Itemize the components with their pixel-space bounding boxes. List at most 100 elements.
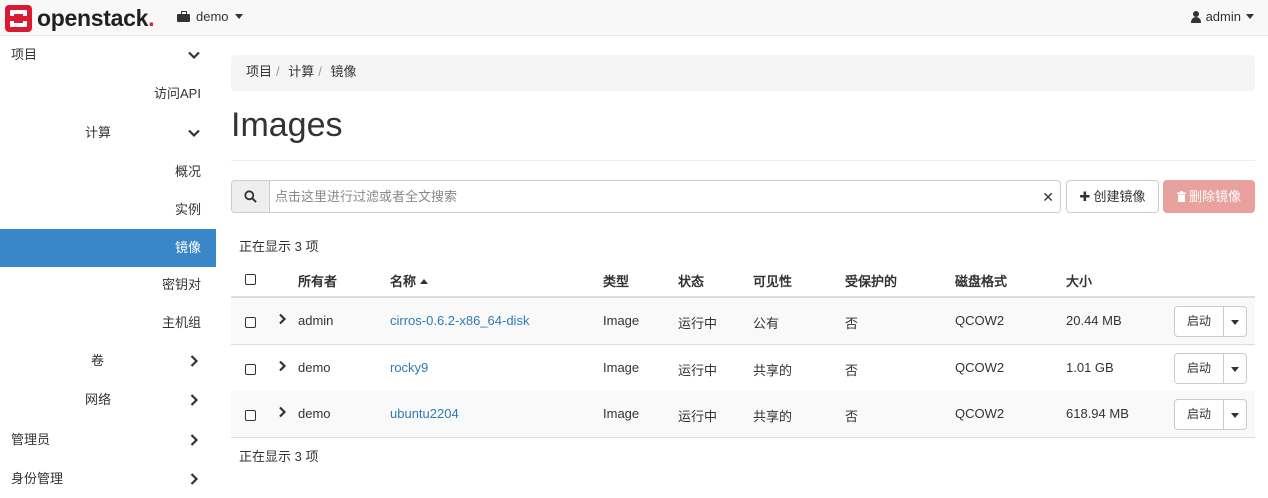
chevron-right-icon <box>188 394 200 406</box>
image-name-link[interactable]: rocky9 <box>390 360 428 375</box>
column-header-protected[interactable]: 受保护的 <box>845 271 897 290</box>
sidebar-item-label: 身份管理 <box>11 471 64 486</box>
page-title: Images <box>231 106 343 144</box>
cell-size: 618.94 MB <box>1066 406 1129 421</box>
sidebar-item-label: 卷 <box>91 353 105 368</box>
column-header-size[interactable]: 大小 <box>1066 271 1092 290</box>
cell-visibility: 共享的 <box>753 409 793 424</box>
sidebar-item-project[interactable]: 项目 <box>0 36 216 74</box>
sidebar-item-label: 镜像 <box>175 240 202 255</box>
sidebar-item-label: 计算 <box>85 125 112 140</box>
sidebar-item-label: 访问API <box>154 86 201 101</box>
caret-down-icon <box>1231 367 1239 372</box>
cell-status: 运行中 <box>678 409 718 424</box>
cell-type: Image <box>603 406 640 421</box>
sort-ascending-icon <box>420 279 429 284</box>
title-divider <box>231 160 1255 161</box>
chevron-right-icon[interactable] <box>278 313 287 328</box>
cell-size: 1.01 GB <box>1066 360 1114 375</box>
user-name: admin <box>1205 9 1241 24</box>
filter-search-box: ✕ <box>231 180 1061 213</box>
plus-icon: ✚ <box>1079 189 1091 204</box>
caret-down-icon <box>1231 413 1239 418</box>
column-header-owner[interactable]: 所有者 <box>298 271 337 290</box>
sidebar-item-compute[interactable]: 计算 <box>0 114 216 152</box>
sidebar-item-api-access[interactable]: 访问API <box>0 75 216 113</box>
caret-down-icon <box>1231 320 1239 325</box>
launch-button[interactable]: 启动 <box>1174 306 1224 337</box>
row-checkbox[interactable] <box>245 364 256 375</box>
sidebar-item-volumes[interactable]: 卷 <box>0 342 216 380</box>
clear-search-icon[interactable]: ✕ <box>1042 189 1054 206</box>
sidebar-item-instances[interactable]: 实例 <box>0 191 216 229</box>
project-name: demo <box>196 9 229 24</box>
cell-size: 20.44 MB <box>1066 313 1122 328</box>
sidebar-item-overview[interactable]: 概况 <box>0 153 216 191</box>
delete-images-button[interactable]: 删除镜像 <box>1163 180 1255 213</box>
cell-protected: 否 <box>845 316 859 331</box>
row-checkbox[interactable] <box>245 317 256 328</box>
sidebar-item-network[interactable]: 网络 <box>0 381 216 419</box>
create-image-button[interactable]: ✚ 创建镜像 <box>1066 180 1159 213</box>
sidebar-item-images[interactable]: 镜像 <box>0 229 216 267</box>
row-actions-dropdown[interactable] <box>1223 306 1247 337</box>
user-menu[interactable]: admin <box>1190 9 1254 24</box>
cell-owner: demo <box>298 360 331 375</box>
briefcase-icon <box>177 11 190 22</box>
sidebar-item-label: 网络 <box>85 392 112 407</box>
sidebar-item-label: 实例 <box>175 202 202 217</box>
sidebar-item-label: 密钥对 <box>162 277 202 292</box>
caret-down-icon <box>1246 14 1254 19</box>
cell-protected: 否 <box>845 363 859 378</box>
create-image-label: 创建镜像 <box>1093 189 1146 204</box>
column-header-name[interactable]: 名称 <box>390 271 429 290</box>
chevron-down-icon <box>188 49 200 61</box>
launch-button[interactable]: 启动 <box>1174 353 1224 384</box>
row-actions-dropdown[interactable] <box>1223 399 1247 430</box>
column-header-visibility[interactable]: 可见性 <box>753 271 792 290</box>
breadcrumb-item[interactable]: 项目 <box>246 64 272 79</box>
cell-disk-format: QCOW2 <box>955 313 1005 328</box>
cell-status: 运行中 <box>678 316 718 331</box>
table-header: 所有者 名称 类型 状态 可见性 受保护的 磁盘格式 大小 <box>231 260 1255 298</box>
table-row: demo rocky9 Image 运行中 共享的 否 QCOW2 1.01 G… <box>231 345 1255 392</box>
cell-visibility: 共享的 <box>753 363 793 378</box>
sidebar-item-identity[interactable]: 身份管理 <box>0 460 216 498</box>
sidebar-item-server-groups[interactable]: 主机组 <box>0 304 216 342</box>
openstack-logo[interactable]: openstack. <box>5 4 154 32</box>
chevron-right-icon <box>188 434 200 446</box>
row-actions-dropdown[interactable] <box>1223 353 1247 384</box>
user-icon <box>1190 10 1201 23</box>
delete-images-label: 删除镜像 <box>1188 189 1241 204</box>
sidebar-item-admin[interactable]: 管理员 <box>0 421 216 459</box>
image-name-link[interactable]: cirros-0.6.2-x86_64-disk <box>390 313 529 328</box>
search-icon <box>244 190 257 206</box>
cell-protected: 否 <box>845 409 859 424</box>
column-header-disk-format[interactable]: 磁盘格式 <box>955 271 1007 290</box>
cell-disk-format: QCOW2 <box>955 360 1005 375</box>
sidebar: 项目 访问API 计算 概况 实例 镜像 密钥对 主机组 卷 网络 管理员 身份… <box>0 36 216 486</box>
launch-button[interactable]: 启动 <box>1174 399 1224 430</box>
cell-disk-format: QCOW2 <box>955 406 1005 421</box>
search-addon <box>232 181 270 212</box>
sidebar-item-key-pairs[interactable]: 密钥对 <box>0 266 216 304</box>
image-name-link[interactable]: ubuntu2204 <box>390 406 459 421</box>
column-header-status[interactable]: 状态 <box>678 271 704 290</box>
sidebar-item-label: 管理员 <box>11 432 51 447</box>
cell-owner: admin <box>298 313 334 328</box>
column-header-type[interactable]: 类型 <box>603 271 629 290</box>
search-input[interactable] <box>270 181 1035 212</box>
chevron-right-icon[interactable] <box>278 360 287 375</box>
breadcrumb: 项目 / 计算 / 镜像 <box>231 55 1255 91</box>
trash-icon <box>1176 191 1186 202</box>
table-row: demo ubuntu2204 Image 运行中 共享的 否 QCOW2 61… <box>231 391 1255 438</box>
select-all-checkbox[interactable] <box>245 274 256 285</box>
openstack-logo-icon <box>5 4 32 32</box>
cell-visibility: 公有 <box>753 316 780 331</box>
chevron-down-icon <box>188 127 200 139</box>
row-checkbox[interactable] <box>245 410 256 421</box>
cell-type: Image <box>603 360 640 375</box>
project-switcher[interactable]: demo <box>177 9 243 24</box>
breadcrumb-item[interactable]: 计算 <box>288 64 314 79</box>
chevron-right-icon[interactable] <box>278 406 287 421</box>
